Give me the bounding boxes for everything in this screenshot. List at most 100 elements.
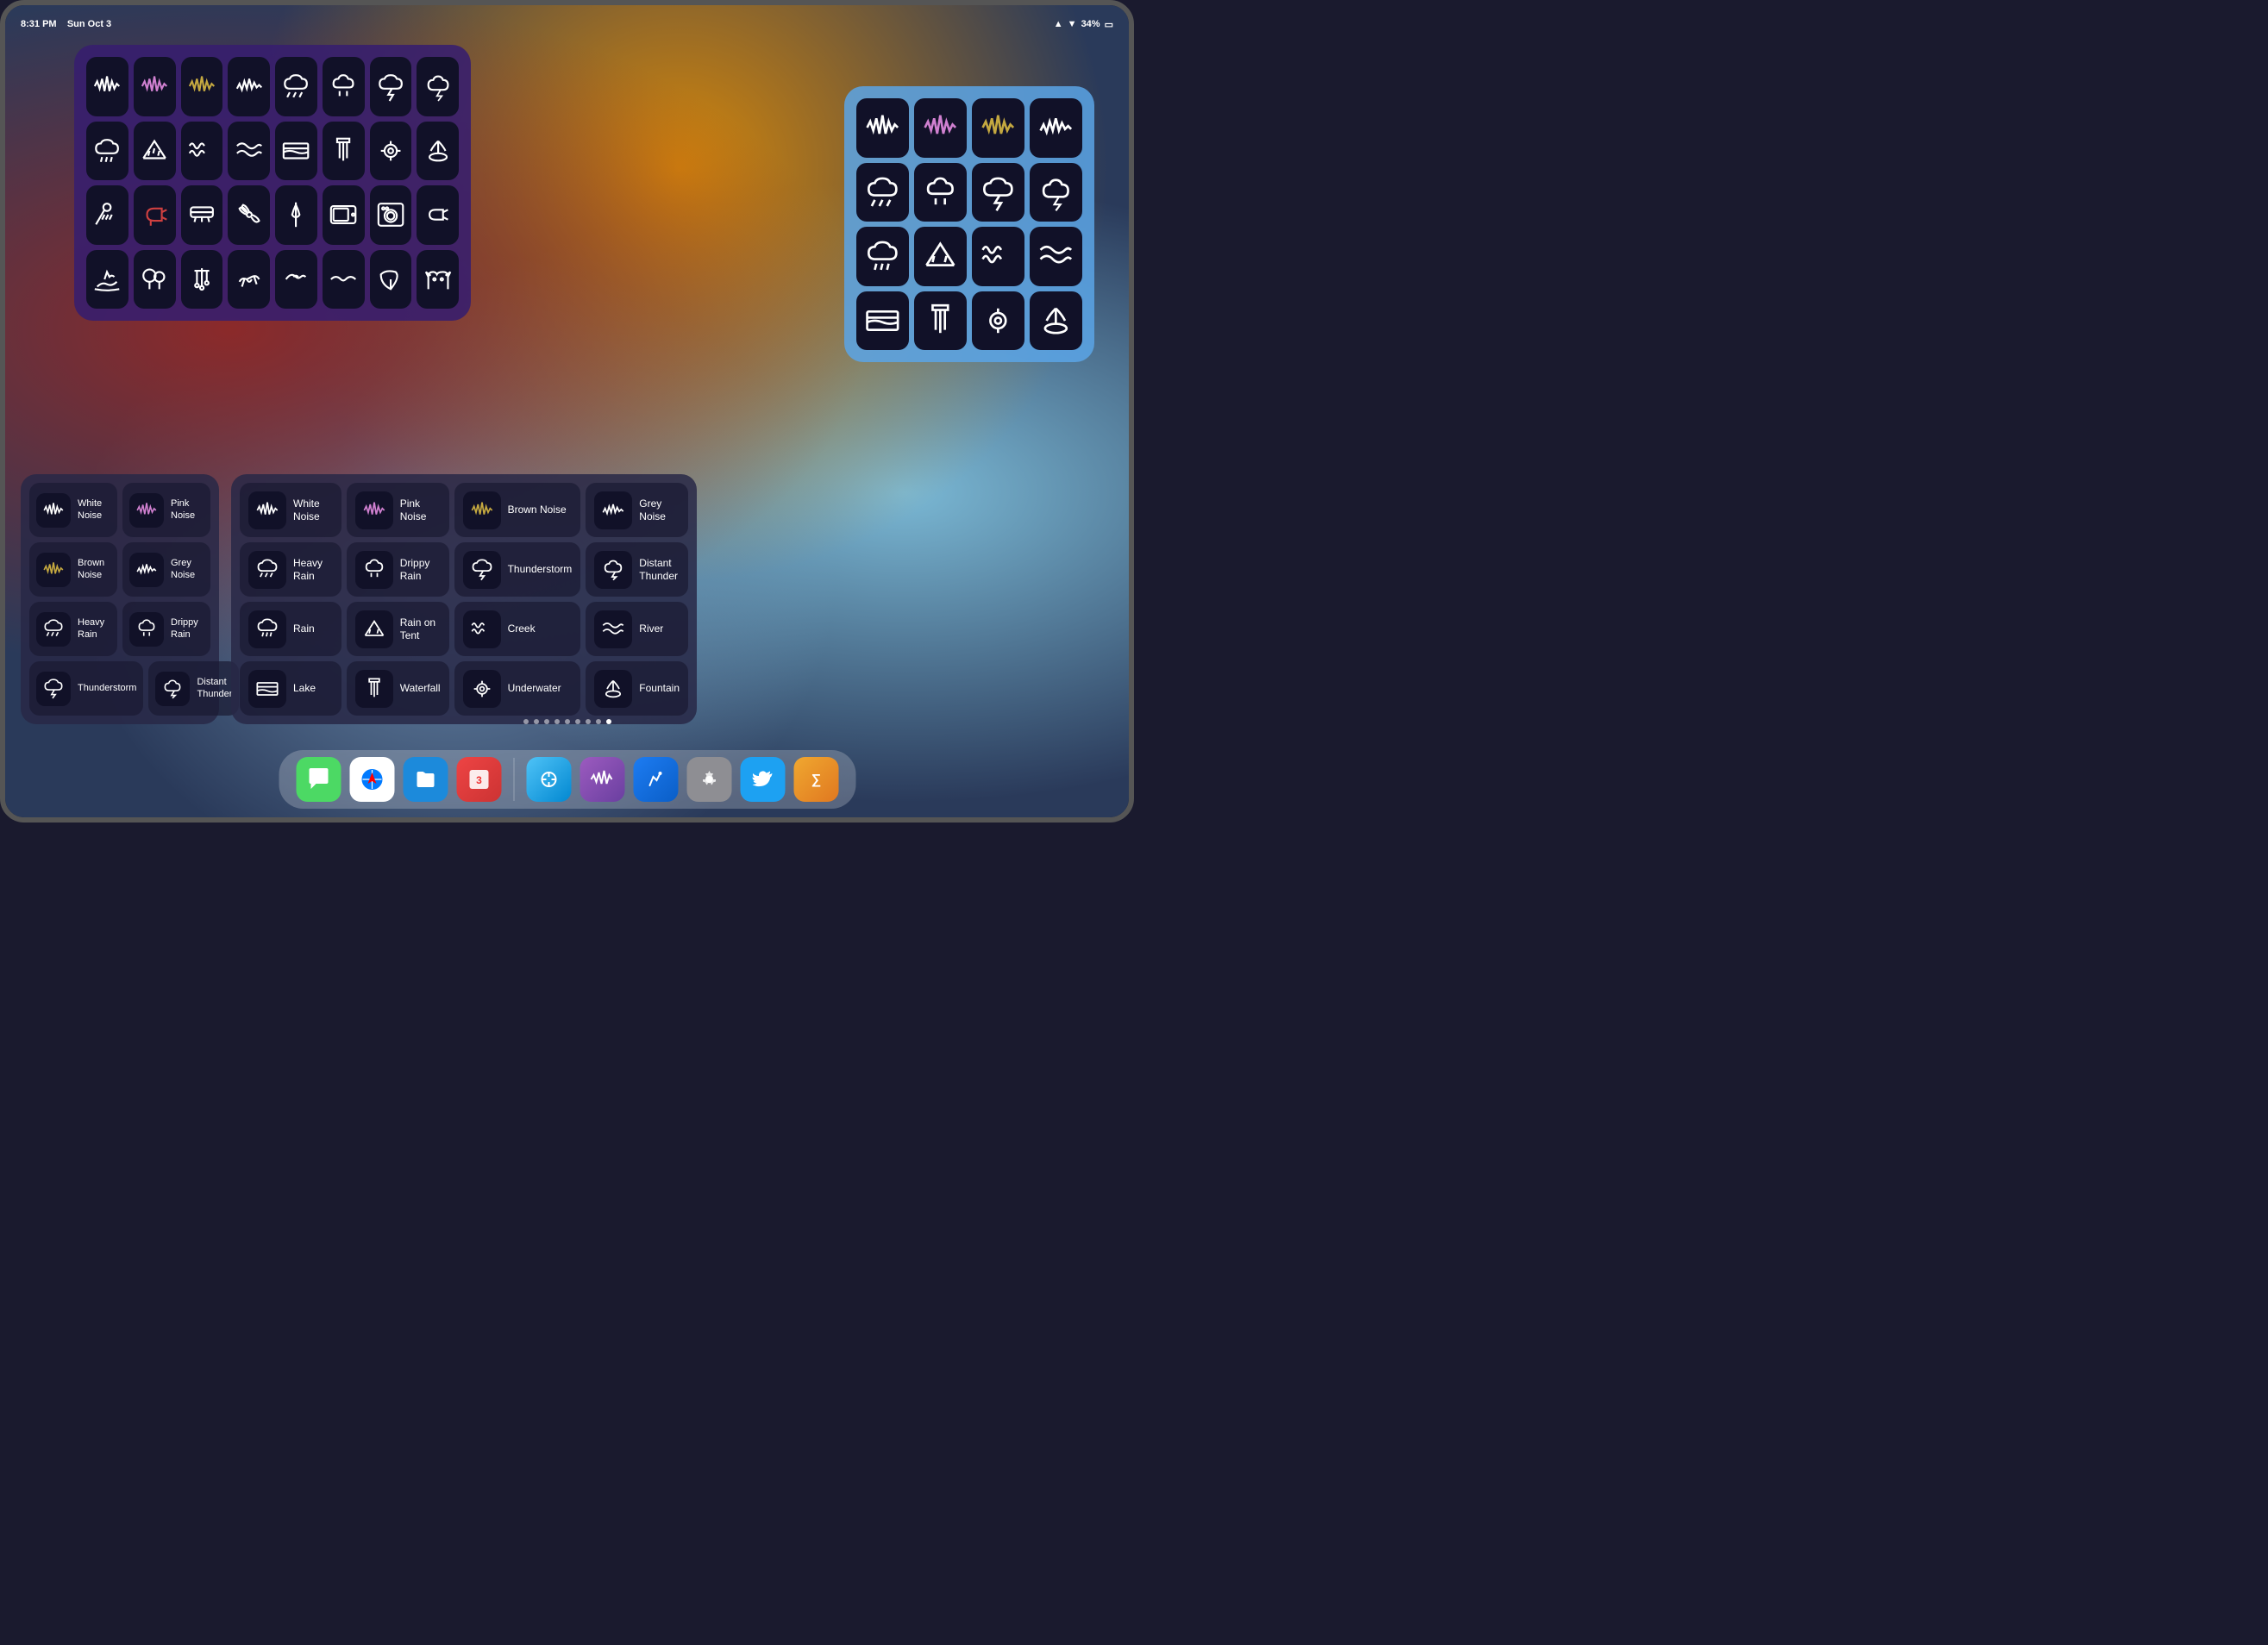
lg-thunderstorm[interactable]: Thunderstorm bbox=[454, 542, 581, 597]
app-drip-rain-1[interactable] bbox=[323, 57, 365, 116]
dock-settings[interactable] bbox=[686, 757, 731, 802]
lg-drippy-rain[interactable]: Drippy Rain bbox=[347, 542, 449, 597]
lg-rain[interactable]: Rain bbox=[240, 602, 341, 656]
lg-heavy-rain[interactable]: Heavy Rain bbox=[240, 542, 341, 597]
app-white-noise-1[interactable] bbox=[86, 57, 128, 116]
app-ac-1[interactable] bbox=[181, 185, 223, 245]
battery: 34% bbox=[1081, 19, 1100, 29]
dock-darkroom[interactable] bbox=[580, 757, 624, 802]
bf-drip-rain[interactable] bbox=[914, 163, 967, 222]
lg-white-noise[interactable]: White Noise bbox=[240, 483, 341, 537]
lg-fountain[interactable]: Fountain bbox=[586, 661, 688, 716]
app-rain-1[interactable] bbox=[86, 122, 128, 181]
dock-safari[interactable] bbox=[349, 757, 394, 802]
lg-underwater[interactable]: Underwater bbox=[454, 661, 581, 716]
app-washer-1[interactable] bbox=[370, 185, 412, 245]
purple-folder-area bbox=[74, 45, 853, 321]
list-grey-noise[interactable]: Grey Noise bbox=[122, 542, 210, 597]
list-white-noise[interactable]: White Noise bbox=[29, 483, 117, 537]
dot-3[interactable] bbox=[544, 719, 549, 724]
lg-pink-noise[interactable]: Pink Noise bbox=[347, 483, 449, 537]
list-heavy-rain[interactable]: Heavy Rain bbox=[29, 602, 117, 656]
bf-creek[interactable] bbox=[972, 227, 1024, 286]
app-island-1[interactable] bbox=[86, 250, 128, 310]
lg-lake[interactable]: Lake bbox=[240, 661, 341, 716]
app-thunder-1[interactable] bbox=[370, 57, 412, 116]
dot-1[interactable] bbox=[523, 719, 529, 724]
app-trees-1[interactable] bbox=[134, 250, 176, 310]
lg-rt-label: Rain on Tent bbox=[400, 616, 441, 641]
dot-7[interactable] bbox=[586, 719, 591, 724]
dock-files[interactable] bbox=[403, 757, 448, 802]
app-rain-tent-1[interactable] bbox=[134, 122, 176, 181]
app-waterfall-1[interactable] bbox=[323, 122, 365, 181]
dot-5[interactable] bbox=[565, 719, 570, 724]
dock-testflight[interactable] bbox=[633, 757, 678, 802]
app-underwater-1[interactable] bbox=[370, 122, 412, 181]
app-distant-thunder-1[interactable] bbox=[417, 57, 459, 116]
dock-twitter[interactable] bbox=[740, 757, 785, 802]
dot-2[interactable] bbox=[534, 719, 539, 724]
bf-fountain[interactable] bbox=[1030, 291, 1082, 351]
bf-thunder[interactable] bbox=[972, 163, 1024, 222]
dock-messages[interactable] bbox=[296, 757, 341, 802]
app-heavy-rain-1[interactable] bbox=[275, 57, 317, 116]
dock-instruments[interactable] bbox=[526, 757, 571, 802]
lg-gn-label: Grey Noise bbox=[639, 497, 680, 522]
lg-river[interactable]: River bbox=[586, 602, 688, 656]
bf-pink-noise[interactable] bbox=[914, 98, 967, 158]
bf-rain[interactable] bbox=[856, 227, 909, 286]
app-brown-noise-1[interactable] bbox=[181, 57, 223, 116]
dot-4[interactable] bbox=[554, 719, 560, 724]
app-fan-1[interactable] bbox=[228, 185, 270, 245]
bf-waterfall[interactable] bbox=[914, 291, 967, 351]
dot-9[interactable] bbox=[606, 719, 611, 724]
app-river-1[interactable] bbox=[228, 122, 270, 181]
app-cat-1[interactable] bbox=[417, 250, 459, 310]
list-thunderstorm[interactable]: Thunderstorm bbox=[29, 661, 143, 716]
lg-distant-thunder[interactable]: Distant Thunder bbox=[586, 542, 688, 597]
bf-lake[interactable] bbox=[856, 291, 909, 351]
dock-divider bbox=[513, 758, 514, 801]
bf-white-noise[interactable] bbox=[856, 98, 909, 158]
app-leaf-1[interactable] bbox=[370, 250, 412, 310]
lg-brown-noise[interactable]: Brown Noise bbox=[454, 483, 581, 537]
bf-distant-thunder[interactable] bbox=[1030, 163, 1082, 222]
list-distant-thunder[interactable]: Distant Thunder bbox=[148, 661, 239, 716]
dt-label: Distant Thunder bbox=[197, 677, 232, 699]
bf-rain-tent[interactable] bbox=[914, 227, 967, 286]
wn-label: White Noise bbox=[78, 498, 110, 521]
app-seagull-1[interactable] bbox=[323, 250, 365, 310]
bf-brown-noise[interactable] bbox=[972, 98, 1024, 158]
app-hairdryer-1[interactable] bbox=[134, 185, 176, 245]
app-lake-1[interactable] bbox=[275, 122, 317, 181]
bf-river[interactable] bbox=[1030, 227, 1082, 286]
lg-grey-noise[interactable]: Grey Noise bbox=[586, 483, 688, 537]
lg-waterfall[interactable]: Waterfall bbox=[347, 661, 449, 716]
app-spire-1[interactable] bbox=[275, 185, 317, 245]
bf-heavy-rain[interactable] bbox=[856, 163, 909, 222]
app-creek-1[interactable] bbox=[181, 122, 223, 181]
app-fountain-1[interactable] bbox=[417, 122, 459, 181]
app-grey-noise-1[interactable] bbox=[228, 57, 270, 116]
dock-fantastical[interactable]: 3 bbox=[456, 757, 501, 802]
app-shower-1[interactable] bbox=[86, 185, 128, 245]
app-cricket-1[interactable] bbox=[228, 250, 270, 310]
app-microwave-1[interactable] bbox=[323, 185, 365, 245]
app-windchime-1[interactable] bbox=[181, 250, 223, 310]
dot-8[interactable] bbox=[596, 719, 601, 724]
lg-rain-on-tent[interactable]: Rain on Tent bbox=[347, 602, 449, 656]
list-drippy-rain[interactable]: Drippy Rain bbox=[122, 602, 210, 656]
dot-6[interactable] bbox=[575, 719, 580, 724]
gn-label: Grey Noise bbox=[171, 558, 204, 580]
app-blowdryer-1[interactable] bbox=[417, 185, 459, 245]
lg-wa-label: Waterfall bbox=[400, 682, 441, 694]
list-brown-noise[interactable]: Brown Noise bbox=[29, 542, 117, 597]
bf-underwater[interactable] bbox=[972, 291, 1024, 351]
app-pink-noise-1[interactable] bbox=[134, 57, 176, 116]
bf-grey-noise[interactable] bbox=[1030, 98, 1082, 158]
lg-creek[interactable]: Creek bbox=[454, 602, 581, 656]
app-bird-1[interactable] bbox=[275, 250, 317, 310]
dock-soulver[interactable]: ∑ bbox=[793, 757, 838, 802]
list-pink-noise[interactable]: Pink Noise bbox=[122, 483, 210, 537]
